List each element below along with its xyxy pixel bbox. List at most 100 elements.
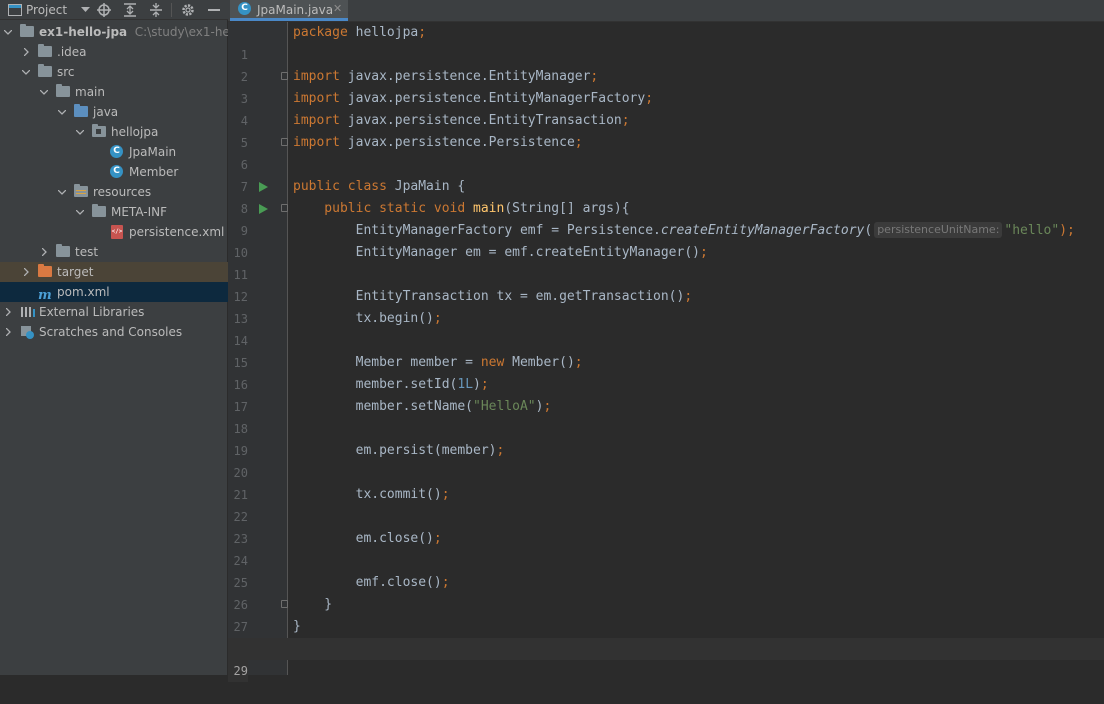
toolbar-divider [171,3,172,17]
tree-item-jpamain[interactable]: C JpaMain [0,142,228,162]
fold-icon[interactable] [281,72,288,80]
code-token: ; [418,25,427,40]
chevron-down-icon[interactable] [56,102,68,122]
code-token: 1L [457,377,474,392]
locate-file-icon[interactable] [95,0,113,20]
gear-icon[interactable] [179,0,197,20]
code-token: EntityTransaction tx = em.getTransaction… [293,289,685,304]
tree-item-meta-inf[interactable]: META-INF [0,202,228,222]
code-editor[interactable]: 1 package hellojpa; 2 3 import javax.per… [228,22,1104,682]
maven-icon: m [38,288,52,303]
tree-item-src[interactable]: src [0,62,228,82]
code-line: 22 tx.commit(); [228,484,1104,524]
tree-item-scratches-and-consoles[interactable]: Scratches and Consoles [0,322,228,342]
code-line: 13 EntityTransaction tx = em.getTransact… [228,286,1104,326]
close-icon[interactable]: ✕ [333,2,342,15]
tree-item-resources[interactable]: resources [0,182,228,202]
code-token: ( [864,223,873,238]
tree-item-label: ex1-hello-jpa [39,25,128,39]
tree-item-hellojpa[interactable]: hellojpa [0,122,228,142]
chevron-down-icon[interactable] [2,22,14,42]
chevron-right-icon[interactable] [20,262,32,282]
code-line: 10 EntityManagerFactory emf = Persistenc… [228,220,1104,260]
code-line: 8 public class JpaMain { [228,176,1104,216]
tree-item-idea[interactable]: .idea [0,42,228,62]
tree-item-pom-xml[interactable]: m pom.xml [0,282,228,302]
code-line: 17 member.setId(1L); [228,374,1104,414]
editor-tab-bar: C JpaMain.java ✕ [228,0,1104,22]
run-icon[interactable] [259,204,268,214]
code-line: 28 } [228,616,1104,656]
fold-icon[interactable] [281,204,288,212]
tree-item-external-libraries[interactable]: External Libraries [0,302,228,322]
current-code-line[interactable]: 29 [228,638,1104,682]
module-folder-icon [20,24,36,39]
code-token: ; [496,443,505,458]
code-line: 21 [228,462,1104,502]
fold-icon[interactable] [281,600,288,608]
code-token: javax.persistence.EntityManagerFactory [339,91,646,106]
code-token: javax.persistence.EntityTransaction [339,113,622,128]
chevron-right-icon[interactable] [2,322,14,342]
code-token: tx.begin() [293,311,434,326]
code-token: javax.persistence.EntityManager [339,69,591,84]
run-icon[interactable] [259,182,268,192]
code-line: 1 package hellojpa; [228,22,1104,62]
code-token: } [293,619,301,634]
tree-item-ex1-hello-jpa[interactable]: ex1-hello-jpa C:\study\ex1-hello [0,22,228,42]
code-token: em.close() [293,531,434,546]
library-icon [20,305,36,319]
tree-item-member[interactable]: C Member [0,162,228,182]
code-token: import [293,69,340,84]
tab-jpamain-java[interactable]: C JpaMain.java ✕ [230,0,348,21]
code-token: JpaMain { [386,179,466,194]
code-token: ; [441,487,450,502]
code-line: 27 } [228,594,1104,634]
minimize-icon[interactable] [205,0,223,20]
folder-icon [92,204,108,219]
java-class-icon: C [110,165,126,179]
code-token: Member member = [293,355,481,370]
code-token: import [293,135,340,150]
package-icon [92,124,108,139]
chevron-right-icon[interactable] [38,242,50,262]
code-line: 12 [228,264,1104,304]
java-class-icon: C [110,145,126,159]
code-token: public class [293,179,387,194]
code-token: ; [574,135,583,150]
xml-file-icon: </> [111,225,127,239]
code-token: ; [433,531,442,546]
tree-item-persistence-xml[interactable]: </> persistence.xml [0,222,228,242]
tree-item-main[interactable]: main [0,82,228,102]
tree-item-label: target [57,265,94,279]
expand-all-icon[interactable] [121,0,139,20]
collapse-all-icon[interactable] [147,0,165,20]
chevron-down-icon[interactable] [74,202,86,222]
code-line: 11 EntityManager em = emf.createEntityMa… [228,242,1104,282]
chevron-down-icon[interactable] [74,122,86,142]
code-token: (String[] args){ [504,201,630,216]
code-token: } [293,597,333,612]
tree-item-target[interactable]: target [0,262,228,282]
tree-item-test[interactable]: test [0,242,228,262]
chevron-down-icon[interactable] [38,82,50,102]
code-token: ; [645,91,654,106]
tree-item-label: JpaMain [129,145,177,159]
chevron-down-icon[interactable] [56,182,68,202]
source-folder-icon [74,104,90,119]
folder-icon [56,84,72,99]
tree-item-label: hellojpa [111,125,159,139]
chevron-right-icon[interactable] [20,42,32,62]
code-token: ; [543,399,552,414]
chevron-down-icon[interactable] [20,62,32,82]
code-line: 5 import javax.persistence.EntityTransac… [228,110,1104,150]
tree-item-java[interactable]: java [0,102,228,122]
chevron-down-icon[interactable] [78,0,92,20]
folder-icon [56,244,72,259]
code-token: "hello" [1004,223,1060,238]
fold-icon[interactable] [281,138,288,146]
chevron-right-icon[interactable] [2,302,14,322]
code-line: 9 public static void main(String[] args)… [228,198,1104,238]
tree-item-label: External Libraries [39,305,145,319]
project-view-selector-label[interactable]: Project [26,0,70,20]
